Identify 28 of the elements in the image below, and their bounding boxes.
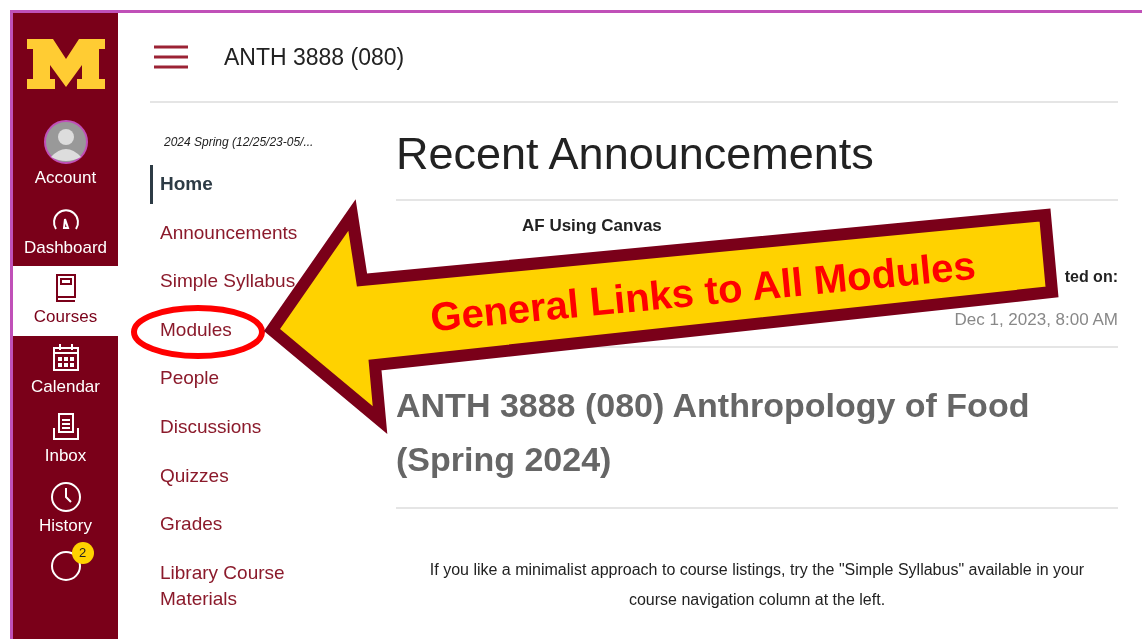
intro-text: If you like a minimalist approach to course listings, try the "Simple Syllabus" available in your course navigation column at the left. [428,559,1086,611]
course-nav-link[interactable]: Home [150,165,213,204]
course-nav-link[interactable]: Library Course Materials [150,553,310,619]
section-heading: Recent Announcements [396,103,1118,201]
announcement-title[interactable]: AF Using Canvas [522,213,662,239]
avatar-icon [42,119,89,165]
menu-icon[interactable] [154,45,188,69]
nav-item[interactable]: Inbox [13,405,118,475]
nav-item[interactable]: History [13,474,118,544]
posted-date: Dec 1, 2023, 8:00 AM [954,309,1118,331]
course-nav-link[interactable]: People [150,359,220,398]
course-nav-link[interactable]: Modules [150,310,232,350]
logo-icon [26,39,105,89]
nav-item[interactable]: Account [13,119,118,197]
nav-item[interactable]: Courses [13,266,118,336]
course-nav-link[interactable]: Announcements [150,213,298,253]
course-nav-link[interactable]: Simple Syllabus [150,262,296,301]
course-code: ANTH 3888 (080) [224,42,405,72]
nav-item[interactable]: 2 [13,544,118,588]
clock-icon [49,480,82,513]
nav-item[interactable]: Calendar [13,335,118,405]
posted-label: ted on: [1064,267,1118,287]
nav-item[interactable]: Dashboard [13,196,118,266]
count-badge: 2 [71,542,94,564]
term-label: 2024 Spring (12/25/23-05/... [163,134,315,151]
course-nav-link[interactable]: Discussions [150,407,262,447]
course-nav-link[interactable]: Quizzes [150,456,229,496]
course-nav-link[interactable]: Grades [150,505,223,544]
